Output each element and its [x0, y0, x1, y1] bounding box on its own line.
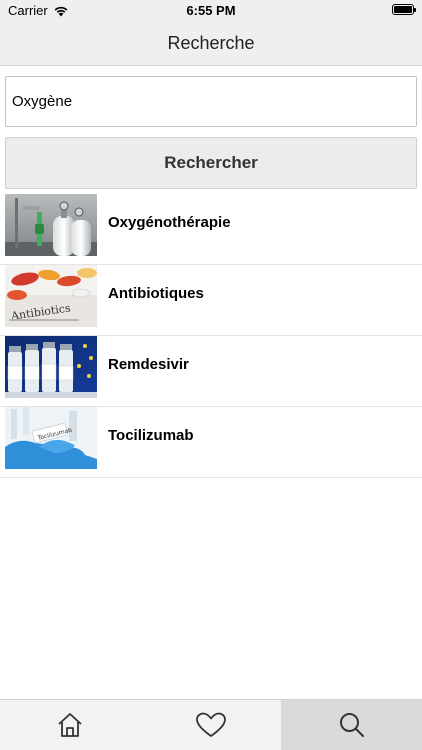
tab-favorites[interactable]: [141, 700, 282, 750]
result-label: Remdesivir: [108, 356, 189, 373]
list-item[interactable]: Oxygénothérapie: [0, 194, 422, 265]
heart-icon: [196, 712, 226, 737]
tab-home[interactable]: [0, 700, 141, 750]
battery-icon: [392, 4, 416, 15]
oxygen-cylinders-photo: [5, 194, 97, 256]
tab-search[interactable]: [281, 700, 422, 750]
result-label: Antibiotiques: [108, 285, 204, 302]
home-icon: [58, 713, 82, 737]
remdesivir-vials-photo: [5, 336, 97, 398]
result-label: Tocilizumab: [108, 427, 194, 444]
search-input[interactable]: [5, 76, 417, 127]
result-list: Oxygénothérapie Antibiotics Antibiotique…: [0, 194, 422, 478]
search-button[interactable]: Rechercher: [5, 137, 417, 189]
tab-bar: [0, 699, 422, 750]
tocilizumab-gloved-hand-photo: Tocilizumab: [5, 407, 97, 469]
status-bar: Carrier 6:55 PM: [0, 0, 422, 22]
list-item[interactable]: Antibiotics Antibiotiques: [0, 265, 422, 336]
antibiotic-pills-photo: Antibiotics: [5, 265, 97, 327]
search-icon: [339, 713, 364, 737]
list-item[interactable]: Tocilizumab Tocilizumab: [0, 407, 422, 478]
status-time: 6:55 PM: [186, 3, 236, 18]
result-label: Oxygénothérapie: [108, 214, 231, 231]
navigation-bar: Recherche: [0, 22, 422, 66]
list-item[interactable]: Remdesivir: [0, 336, 422, 407]
page-title: Recherche: [167, 33, 255, 53]
